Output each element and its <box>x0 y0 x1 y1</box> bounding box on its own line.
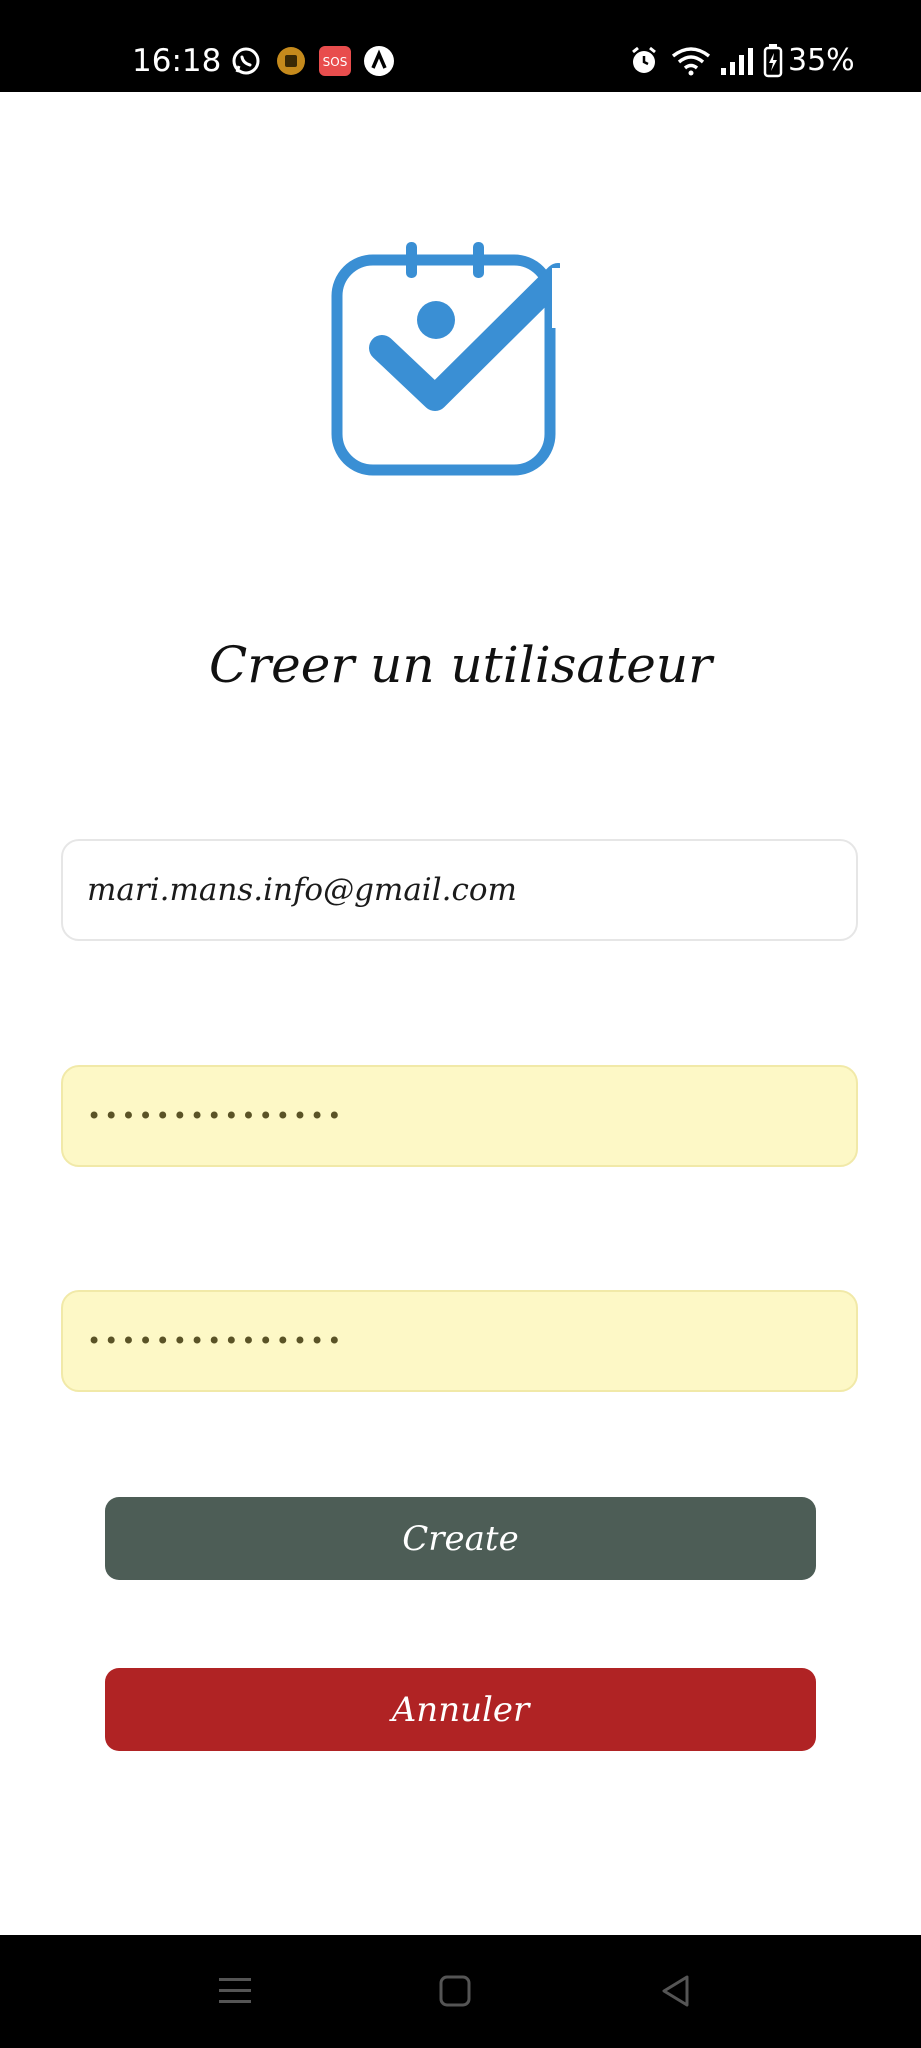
cancel-button[interactable]: Annuler <box>105 1668 816 1751</box>
email-field[interactable]: mari.mans.info@gmail.com <box>61 839 858 941</box>
app-screen: 16:18 SOS 35% Creer un utilisateur mari.… <box>0 0 921 2048</box>
cancel-button-label: Annuler <box>391 1689 530 1730</box>
battery-icon <box>762 44 784 78</box>
email-value: mari.mans.info@gmail.com <box>87 872 517 908</box>
status-time: 16:18 <box>132 43 222 79</box>
home-icon[interactable] <box>427 1963 483 2019</box>
wifi-icon <box>670 45 712 77</box>
create-button[interactable]: Create <box>105 1497 816 1580</box>
whatsapp-icon <box>230 45 262 77</box>
app-a-icon <box>363 45 395 77</box>
sos-icon: SOS <box>319 45 351 77</box>
back-icon[interactable] <box>648 1963 704 2019</box>
alarm-icon <box>628 45 660 77</box>
page-title: Creer un utilisateur <box>209 636 712 694</box>
password-field[interactable]: ••••••••••••••• <box>61 1065 858 1167</box>
sos-label: SOS <box>323 55 348 69</box>
signal-icon <box>718 45 756 77</box>
navigation-bar <box>0 1935 921 2048</box>
confirm-password-value: ••••••••••••••• <box>87 1327 345 1355</box>
app-icon <box>275 45 307 77</box>
status-bar: 16:18 SOS 35% <box>0 0 921 92</box>
calendar-check-icon <box>330 238 571 483</box>
confirm-password-field[interactable]: ••••••••••••••• <box>61 1290 858 1392</box>
recent-apps-icon[interactable] <box>207 1963 263 2019</box>
password-value: ••••••••••••••• <box>87 1102 345 1130</box>
battery-percent: 35% <box>788 43 855 78</box>
create-button-label: Create <box>402 1518 519 1559</box>
